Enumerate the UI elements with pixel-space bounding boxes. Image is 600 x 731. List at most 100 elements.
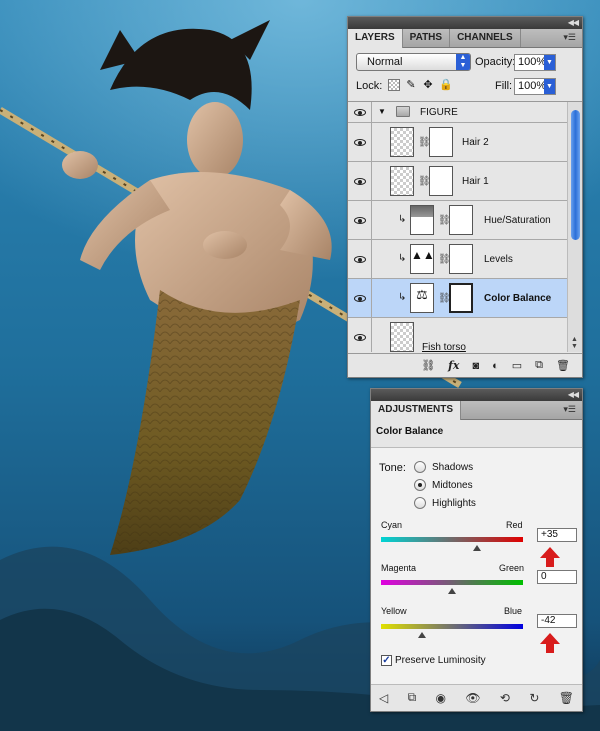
- yellow-blue-value[interactable]: -42: [537, 614, 577, 628]
- layer-color-balance[interactable]: ↳ ⚖ ⛓ Color Balance: [348, 279, 568, 318]
- eye-icon: [353, 177, 366, 185]
- cyan-red-value[interactable]: +35: [537, 528, 577, 542]
- color-balance-controls: Tone: Shadows Midtones Highlights Cyan R…: [371, 447, 582, 685]
- tab-channels[interactable]: CHANNELS: [450, 29, 521, 47]
- select-arrows-icon: ▲ ▼: [456, 54, 470, 70]
- layer-hue-saturation[interactable]: ↳ ⛓ Hue/Saturation: [348, 201, 568, 240]
- layers-panel-titlebar[interactable]: ◀◀: [348, 17, 582, 29]
- layers-scrollbar[interactable]: ▲ ▼: [567, 102, 582, 352]
- panel-menu-icon[interactable]: ▾☰: [563, 32, 576, 43]
- layer-mask-thumbnail[interactable]: [429, 166, 453, 196]
- collapse-icon[interactable]: ◀◀: [568, 389, 579, 401]
- eye-icon: [353, 138, 366, 146]
- visibility-toggle[interactable]: [348, 279, 372, 317]
- eye-icon[interactable]: 👁: [465, 691, 480, 705]
- layer-hair-2[interactable]: ⛓ Hair 2: [348, 123, 568, 162]
- dropdown-arrow-icon[interactable]: ▼: [544, 79, 555, 94]
- layer-name: Levels: [484, 254, 513, 265]
- layers-panel-tabs: LAYERS PATHS CHANNELS ▾☰: [348, 29, 582, 48]
- collapse-icon[interactable]: ◀◀: [568, 17, 579, 29]
- radio-shadows[interactable]: [414, 461, 426, 473]
- preserve-luminosity-checkbox[interactable]: ✓: [381, 655, 392, 666]
- red-arrow-icon: [540, 633, 560, 653]
- slider-knob[interactable]: [448, 588, 456, 594]
- adjustments-footer: ◁ ⧉ ◉ 👁 ⟲ ↻ 🗑: [371, 684, 582, 711]
- lock-position-icon[interactable]: ✥: [422, 79, 434, 91]
- new-layer-icon[interactable]: ⧉: [535, 359, 543, 372]
- layer-name: Hair 1: [462, 176, 489, 187]
- scrollbar-thumb[interactable]: [571, 110, 580, 240]
- expand-triangle-icon[interactable]: ▼: [378, 107, 386, 116]
- layer-mask-thumbnail[interactable]: [449, 283, 473, 313]
- slider-knob[interactable]: [472, 545, 481, 551]
- layer-mask-thumbnail[interactable]: [449, 244, 473, 274]
- tab-paths[interactable]: PATHS: [403, 29, 451, 47]
- visibility-toggle-icon[interactable]: ◉: [436, 691, 446, 705]
- yellow-blue-slider[interactable]: [381, 624, 523, 638]
- reset-icon[interactable]: ↻: [529, 691, 539, 705]
- magenta-label: Magenta: [381, 563, 417, 573]
- fill-label: Fill:: [495, 80, 513, 92]
- new-adjustment-icon[interactable]: ◐: [492, 360, 499, 372]
- visibility-toggle[interactable]: [348, 318, 372, 352]
- midtones-label: Midtones: [432, 480, 473, 491]
- layer-group-figure[interactable]: ▼ FIGURE: [348, 102, 568, 123]
- cyan-red-slider[interactable]: [381, 537, 523, 551]
- lock-icons: ✎ ✥ 🔒: [388, 79, 453, 91]
- slider-knob[interactable]: [418, 632, 427, 638]
- layer-hair-1[interactable]: ⛓ Hair 1: [348, 162, 568, 201]
- fx-icon[interactable]: fx: [448, 359, 459, 372]
- trash-icon[interactable]: 🗑: [556, 359, 570, 372]
- tab-adjustments[interactable]: ADJUSTMENTS: [371, 401, 462, 420]
- back-arrow-icon[interactable]: ◁: [379, 691, 388, 705]
- add-mask-icon[interactable]: ◙: [472, 360, 479, 372]
- magenta-green-value[interactable]: 0: [537, 570, 577, 584]
- dropdown-arrow-icon[interactable]: ▼: [544, 55, 555, 70]
- previous-state-icon[interactable]: ⟲: [500, 691, 510, 705]
- panel-menu-icon[interactable]: ▾☰: [563, 404, 576, 415]
- layer-group-name: FIGURE: [420, 107, 458, 118]
- layers-panel: ◀◀ LAYERS PATHS CHANNELS ▾☰ Normal ▲ ▼ Op…: [347, 16, 583, 378]
- fill-value: 100%: [518, 80, 547, 92]
- layer-levels[interactable]: ↳ ▲▲ ⛓ Levels: [348, 240, 568, 279]
- layer-list: ▼ FIGURE ⛓ Hair 2 ⛓ Hair 1 ↳ ⛓ Hue/Satur…: [348, 102, 568, 352]
- opacity-label: Opacity:: [475, 56, 516, 68]
- opacity-value: 100%: [518, 56, 547, 68]
- layer-name: Hue/Saturation: [484, 215, 551, 226]
- blue-label: Blue: [504, 606, 523, 616]
- layer-mask-thumbnail[interactable]: [429, 127, 453, 157]
- tab-layers[interactable]: LAYERS: [348, 29, 403, 48]
- clip-to-layer-icon[interactable]: ⧉: [408, 690, 417, 705]
- visibility-toggle[interactable]: [348, 102, 372, 122]
- link-icon[interactable]: ⛓: [421, 359, 435, 372]
- cyan-label: Cyan: [381, 520, 403, 530]
- eye-icon: [353, 333, 366, 341]
- layers-footer: ⛓ fx ◙ ◐ ▭ ⧉ 🗑: [348, 353, 582, 377]
- blend-mode-select[interactable]: Normal ▲ ▼: [356, 53, 471, 71]
- green-label: Green: [499, 563, 525, 573]
- trash-icon[interactable]: 🗑: [559, 691, 574, 705]
- scroll-arrows-icon[interactable]: ▲ ▼: [571, 336, 578, 350]
- radio-highlights[interactable]: [414, 497, 426, 509]
- visibility-toggle[interactable]: [348, 240, 372, 278]
- adjustments-panel-titlebar[interactable]: ◀◀: [371, 389, 582, 401]
- radio-midtones[interactable]: [414, 479, 426, 491]
- blend-mode-value: Normal: [367, 56, 403, 68]
- adjustments-panel-tabs: ADJUSTMENTS ▾☰: [371, 401, 582, 420]
- opacity-field[interactable]: 100% ▼: [514, 54, 556, 71]
- fill-field[interactable]: 100% ▼: [514, 78, 556, 95]
- new-group-icon[interactable]: ▭: [512, 359, 522, 372]
- layer-mask-thumbnail[interactable]: [449, 205, 473, 235]
- eye-icon: [353, 108, 366, 116]
- visibility-toggle[interactable]: [348, 162, 372, 200]
- lock-pixels-icon[interactable]: ✎: [405, 79, 417, 91]
- visibility-toggle[interactable]: [348, 201, 372, 239]
- lock-transparency-icon[interactable]: [388, 79, 400, 91]
- layer-thumbnail: [390, 322, 414, 352]
- lock-all-icon[interactable]: 🔒: [439, 79, 453, 91]
- layer-thumbnail: [390, 166, 414, 196]
- layer-fish-torso[interactable]: Fish torso: [348, 318, 568, 352]
- magenta-green-slider[interactable]: [381, 580, 523, 594]
- visibility-toggle[interactable]: [348, 123, 372, 161]
- hue-saturation-icon: [410, 205, 434, 235]
